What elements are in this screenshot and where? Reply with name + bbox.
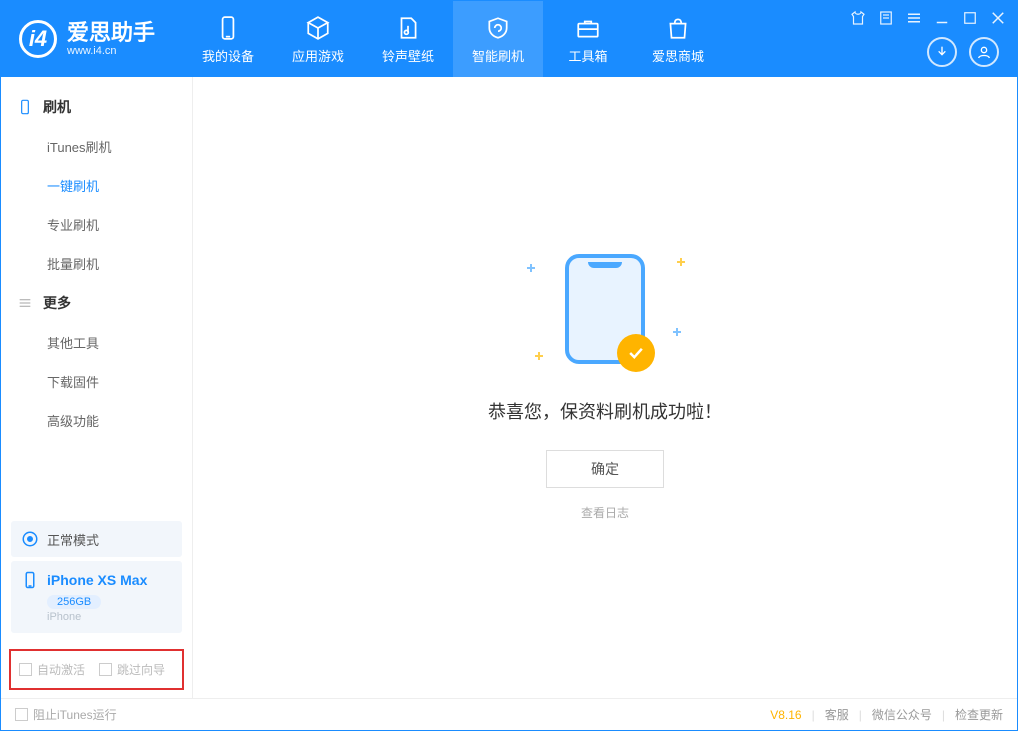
device-card[interactable]: iPhone XS Max 256GB iPhone: [11, 561, 182, 633]
chk-label: 自动激活: [37, 661, 85, 678]
ok-button[interactable]: 确定: [546, 450, 664, 488]
sidebar-item-download-fw[interactable]: 下载固件: [1, 362, 192, 401]
device-type: iPhone: [47, 611, 172, 623]
sidebar-group-more: 更多: [1, 283, 192, 323]
chk-label: 阻止iTunes运行: [33, 706, 117, 723]
bottom-options-highlight: 自动激活 跳过向导: [9, 649, 184, 690]
cube-icon: [304, 14, 332, 42]
device-name: iPhone XS Max: [47, 572, 147, 588]
logo-area: i4 爱思助手 www.i4.cn: [1, 1, 173, 77]
wechat-link[interactable]: 微信公众号: [872, 706, 932, 723]
success-message: 恭喜您，保资料刷机成功啦！: [488, 398, 722, 424]
minimize-icon[interactable]: [933, 9, 951, 27]
skip-guide-checkbox[interactable]: 跳过向导: [99, 661, 165, 678]
nav-my-device[interactable]: 我的设备: [183, 1, 273, 77]
sidebar-item-itunes-flash[interactable]: iTunes刷机: [1, 127, 192, 166]
main-panel: 恭喜您，保资料刷机成功啦！ 确定 查看日志: [193, 77, 1017, 698]
nav-label: 爱思商城: [652, 46, 704, 65]
sidebar-item-oneclick-flash[interactable]: 一键刷机: [1, 166, 192, 205]
chk-label: 跳过向导: [117, 661, 165, 678]
mode-label: 正常模式: [47, 530, 99, 549]
sparkle-icon: [673, 328, 681, 336]
brand-url: www.i4.cn: [67, 45, 155, 57]
nav-label: 工具箱: [569, 46, 608, 65]
nav-toolbox[interactable]: 工具箱: [543, 1, 633, 77]
list-icon: [17, 295, 33, 311]
mode-icon: [21, 530, 39, 548]
logo-icon: i4: [19, 20, 57, 58]
music-file-icon: [394, 14, 422, 42]
close-icon[interactable]: [989, 9, 1007, 27]
bag-icon: [664, 14, 692, 42]
check-badge-icon: [617, 334, 655, 372]
note-icon[interactable]: [877, 9, 895, 27]
nav-apps[interactable]: 应用游戏: [273, 1, 363, 77]
window-controls: [849, 9, 1007, 27]
nav-store[interactable]: 爱思商城: [633, 1, 723, 77]
mode-bar[interactable]: 正常模式: [11, 521, 182, 557]
download-button[interactable]: [927, 37, 957, 67]
sparkle-icon: [527, 264, 535, 272]
check-update-link[interactable]: 检查更新: [955, 706, 1003, 723]
version-label: V8.16: [770, 708, 801, 722]
sidebar-item-batch-flash[interactable]: 批量刷机: [1, 244, 192, 283]
brand-name: 爱思助手: [67, 21, 155, 45]
account-button[interactable]: [969, 37, 999, 67]
sidebar-group-flash: 刷机: [1, 87, 192, 127]
nav-tabs: 我的设备 应用游戏 铃声壁纸 智能刷机 工具箱 爱思商城: [183, 1, 723, 77]
device-icon: [214, 14, 242, 42]
nav-label: 智能刷机: [472, 46, 524, 65]
sidebar-item-pro-flash[interactable]: 专业刷机: [1, 205, 192, 244]
group-title: 更多: [43, 293, 71, 313]
phone-icon: [21, 571, 39, 589]
refresh-shield-icon: [484, 14, 512, 42]
shirt-icon[interactable]: [849, 9, 867, 27]
support-link[interactable]: 客服: [825, 706, 849, 723]
app-window: i4 爱思助手 www.i4.cn 我的设备 应用游戏 铃声壁纸 智能刷机: [0, 0, 1018, 731]
group-title: 刷机: [43, 97, 71, 117]
sidebar-item-other-tools[interactable]: 其他工具: [1, 323, 192, 362]
nav-label: 我的设备: [202, 46, 254, 65]
block-itunes-checkbox[interactable]: 阻止iTunes运行: [15, 706, 117, 723]
toolbox-icon: [574, 14, 602, 42]
phone-outline-icon: [17, 99, 33, 115]
maximize-icon[interactable]: [961, 9, 979, 27]
sparkle-icon: [535, 352, 543, 360]
nav-label: 铃声壁纸: [382, 46, 434, 65]
body: 刷机 iTunes刷机 一键刷机 专业刷机 批量刷机 更多 其他工具 下载固件 …: [1, 77, 1017, 698]
nav-flash[interactable]: 智能刷机: [453, 1, 543, 77]
phone-illustration-icon: [565, 254, 645, 364]
sparkle-icon: [677, 258, 685, 266]
nav-ringtone[interactable]: 铃声壁纸: [363, 1, 453, 77]
sidebar-item-advanced[interactable]: 高级功能: [1, 401, 192, 440]
success-illustration: [565, 254, 645, 364]
sidebar: 刷机 iTunes刷机 一键刷机 专业刷机 批量刷机 更多 其他工具 下载固件 …: [1, 77, 193, 698]
auto-activate-checkbox[interactable]: 自动激活: [19, 661, 85, 678]
menu-icon[interactable]: [905, 9, 923, 27]
statusbar: 阻止iTunes运行 V8.16 | 客服 | 微信公众号 | 检查更新: [1, 698, 1017, 730]
nav-label: 应用游戏: [292, 46, 344, 65]
titlebar: i4 爱思助手 www.i4.cn 我的设备 应用游戏 铃声壁纸 智能刷机: [1, 1, 1017, 77]
view-log-link[interactable]: 查看日志: [581, 504, 629, 521]
device-capacity: 256GB: [47, 595, 101, 609]
